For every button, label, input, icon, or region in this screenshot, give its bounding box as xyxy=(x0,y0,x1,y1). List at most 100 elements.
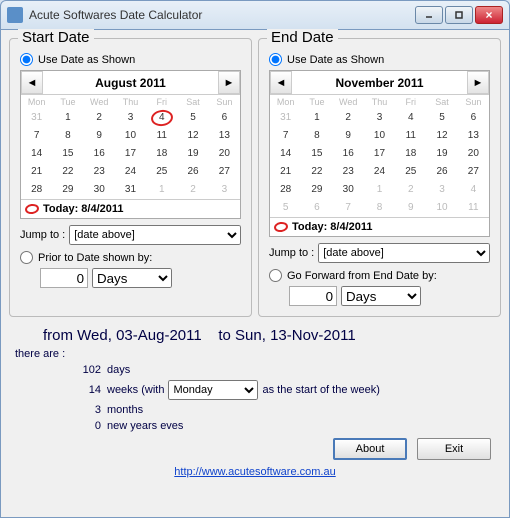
end-offset-value[interactable] xyxy=(289,286,337,306)
calendar-day[interactable]: 11 xyxy=(458,199,489,217)
calendar-day[interactable]: 17 xyxy=(364,145,395,163)
calendar-day[interactable]: 25 xyxy=(395,163,426,181)
calendar-day[interactable]: 10 xyxy=(364,127,395,145)
calendar-day[interactable]: 2 xyxy=(177,181,208,199)
start-prior-radio[interactable] xyxy=(20,251,33,264)
calendar-day[interactable]: 22 xyxy=(301,163,332,181)
start-offset-value[interactable] xyxy=(40,268,88,288)
calendar-day[interactable]: 18 xyxy=(395,145,426,163)
start-next-month-button[interactable]: ► xyxy=(218,71,240,94)
end-next-month-button[interactable]: ► xyxy=(467,71,489,94)
end-today-row[interactable]: Today: 8/4/2011 xyxy=(270,217,489,236)
calendar-day[interactable]: 13 xyxy=(209,127,240,145)
calendar-day[interactable]: 23 xyxy=(84,163,115,181)
calendar-day[interactable]: 27 xyxy=(458,163,489,181)
calendar-day[interactable]: 7 xyxy=(333,199,364,217)
calendar-day[interactable]: 16 xyxy=(84,145,115,163)
calendar-day[interactable]: 1 xyxy=(52,109,83,127)
maximize-button[interactable] xyxy=(445,6,473,24)
calendar-day[interactable]: 16 xyxy=(333,145,364,163)
minimize-button[interactable] xyxy=(415,6,443,24)
calendar-day[interactable]: 8 xyxy=(301,127,332,145)
calendar-day[interactable]: 26 xyxy=(177,163,208,181)
calendar-day[interactable]: 23 xyxy=(333,163,364,181)
calendar-day[interactable]: 19 xyxy=(426,145,457,163)
calendar-day[interactable]: 31 xyxy=(115,181,146,199)
start-jump-select[interactable]: [date above] xyxy=(69,225,241,245)
calendar-day[interactable]: 3 xyxy=(426,181,457,199)
exit-button[interactable]: Exit xyxy=(417,438,491,460)
website-link[interactable]: http://www.acutesoftware.com.au xyxy=(174,466,335,478)
calendar-day[interactable]: 24 xyxy=(364,163,395,181)
calendar-day[interactable]: 22 xyxy=(52,163,83,181)
calendar-day[interactable]: 13 xyxy=(458,127,489,145)
calendar-day[interactable]: 9 xyxy=(333,127,364,145)
calendar-day[interactable]: 31 xyxy=(21,109,52,127)
calendar-day[interactable]: 11 xyxy=(395,127,426,145)
end-forward-radio[interactable] xyxy=(269,269,282,282)
calendar-day[interactable]: 10 xyxy=(115,127,146,145)
calendar-day[interactable]: 1 xyxy=(364,181,395,199)
week-start-select[interactable]: Monday xyxy=(168,380,258,400)
calendar-day[interactable]: 6 xyxy=(301,199,332,217)
calendar-day[interactable]: 31 xyxy=(270,109,301,127)
calendar-day[interactable]: 20 xyxy=(209,145,240,163)
calendar-day[interactable]: 21 xyxy=(270,163,301,181)
calendar-day[interactable]: 9 xyxy=(84,127,115,145)
calendar-day[interactable]: 15 xyxy=(52,145,83,163)
calendar-day[interactable]: 7 xyxy=(270,127,301,145)
calendar-day[interactable]: 5 xyxy=(270,199,301,217)
calendar-day[interactable]: 27 xyxy=(209,163,240,181)
calendar-day[interactable]: 5 xyxy=(177,109,208,127)
calendar-day[interactable]: 26 xyxy=(426,163,457,181)
start-use-shown-radio[interactable] xyxy=(20,53,33,66)
calendar-day[interactable]: 3 xyxy=(115,109,146,127)
close-button[interactable]: × xyxy=(475,6,503,24)
end-jump-select[interactable]: [date above] xyxy=(318,243,490,263)
calendar-day[interactable]: 28 xyxy=(270,181,301,199)
calendar-day[interactable]: 19 xyxy=(177,145,208,163)
calendar-day[interactable]: 29 xyxy=(52,181,83,199)
start-offset-unit[interactable]: Days xyxy=(92,268,172,288)
calendar-day[interactable]: 1 xyxy=(301,109,332,127)
calendar-day[interactable]: 4 xyxy=(146,109,177,127)
end-prev-month-button[interactable]: ◄ xyxy=(270,71,292,94)
calendar-day[interactable]: 25 xyxy=(146,163,177,181)
end-use-shown-radio[interactable] xyxy=(269,53,282,66)
about-button[interactable]: About xyxy=(333,438,407,460)
calendar-day[interactable]: 17 xyxy=(115,145,146,163)
calendar-day[interactable]: 21 xyxy=(21,163,52,181)
calendar-day[interactable]: 15 xyxy=(301,145,332,163)
calendar-day[interactable]: 5 xyxy=(426,109,457,127)
calendar-day[interactable]: 20 xyxy=(458,145,489,163)
calendar-day[interactable]: 12 xyxy=(177,127,208,145)
calendar-day[interactable]: 28 xyxy=(21,181,52,199)
calendar-day[interactable]: 12 xyxy=(426,127,457,145)
calendar-day[interactable]: 7 xyxy=(21,127,52,145)
start-today-row[interactable]: Today: 8/4/2011 xyxy=(21,199,240,218)
calendar-day[interactable]: 4 xyxy=(395,109,426,127)
calendar-day[interactable]: 10 xyxy=(426,199,457,217)
calendar-day[interactable]: 2 xyxy=(333,109,364,127)
calendar-day[interactable]: 11 xyxy=(146,127,177,145)
calendar-day[interactable]: 2 xyxy=(84,109,115,127)
calendar-day[interactable]: 1 xyxy=(146,181,177,199)
start-prev-month-button[interactable]: ◄ xyxy=(21,71,43,94)
calendar-day[interactable]: 8 xyxy=(52,127,83,145)
calendar-day[interactable]: 14 xyxy=(270,145,301,163)
calendar-day[interactable]: 2 xyxy=(395,181,426,199)
end-offset-unit[interactable]: Days xyxy=(341,286,421,306)
calendar-day[interactable]: 8 xyxy=(364,199,395,217)
calendar-day[interactable]: 6 xyxy=(209,109,240,127)
calendar-day[interactable]: 24 xyxy=(115,163,146,181)
calendar-day[interactable]: 30 xyxy=(84,181,115,199)
calendar-day[interactable]: 9 xyxy=(395,199,426,217)
calendar-day[interactable]: 14 xyxy=(21,145,52,163)
calendar-day[interactable]: 30 xyxy=(333,181,364,199)
calendar-day[interactable]: 6 xyxy=(458,109,489,127)
calendar-day[interactable]: 18 xyxy=(146,145,177,163)
calendar-day[interactable]: 3 xyxy=(364,109,395,127)
calendar-day[interactable]: 29 xyxy=(301,181,332,199)
calendar-day[interactable]: 4 xyxy=(458,181,489,199)
calendar-day[interactable]: 3 xyxy=(209,181,240,199)
